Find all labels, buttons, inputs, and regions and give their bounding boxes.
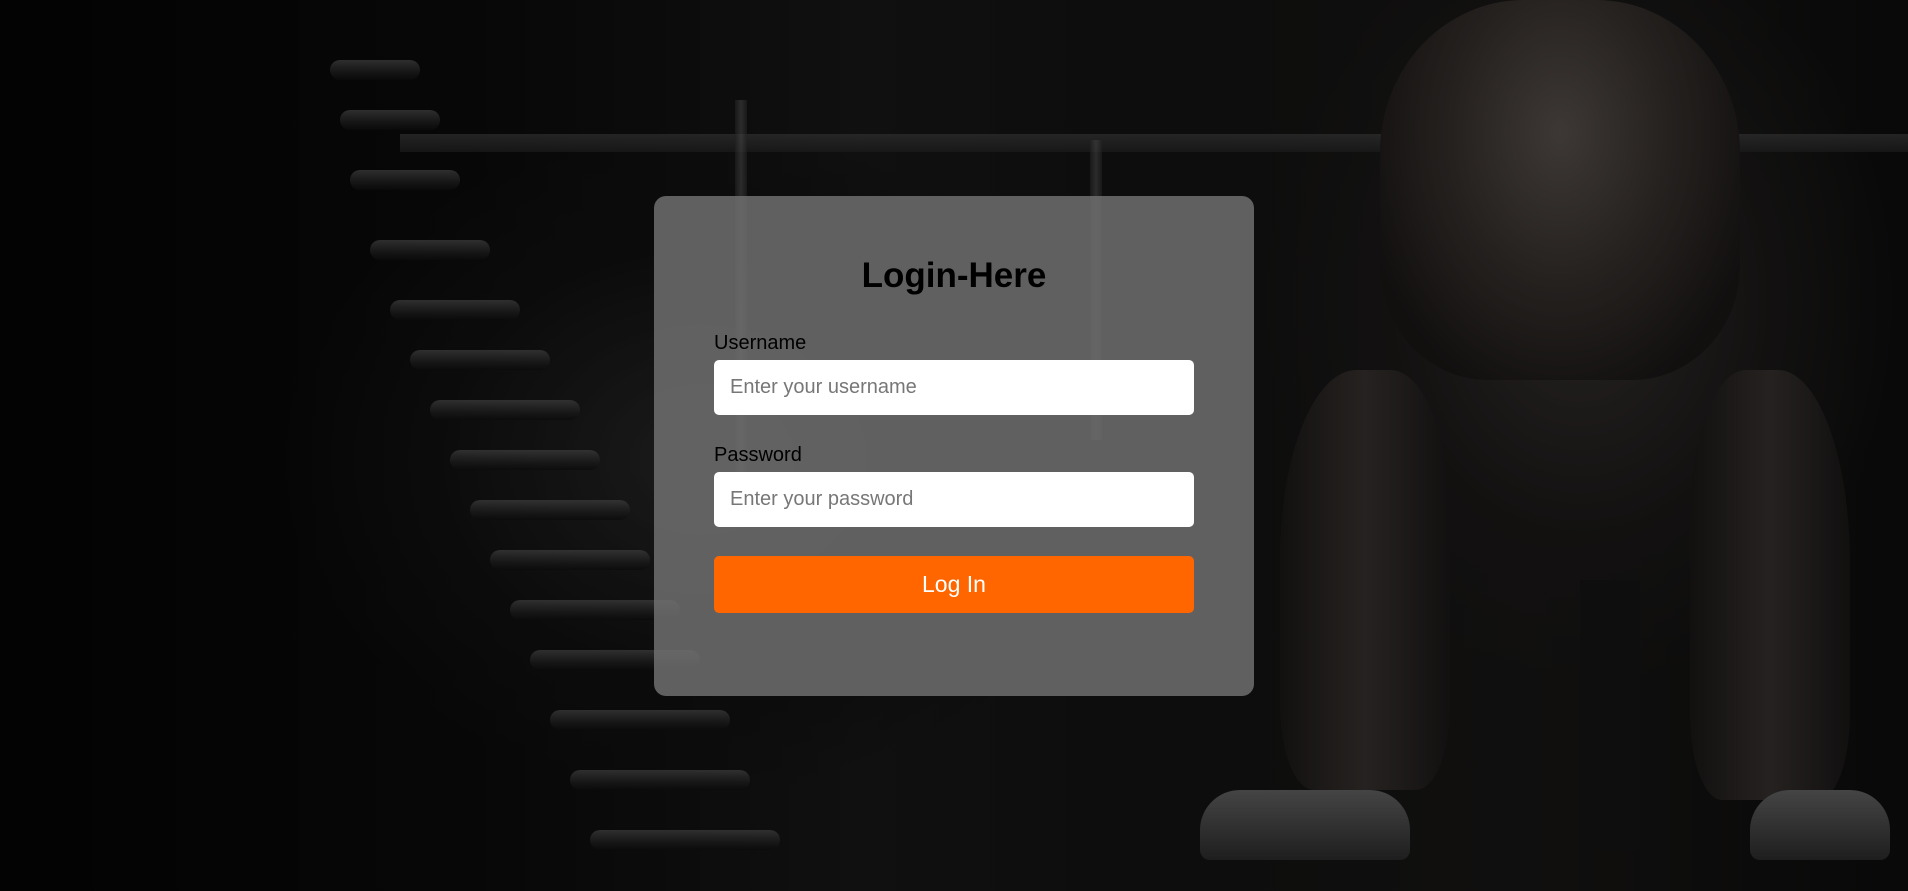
login-title: Login-Here bbox=[861, 256, 1047, 295]
password-label: Password bbox=[714, 444, 802, 466]
password-input[interactable] bbox=[714, 472, 1194, 527]
login-card: Login-Here Username Password Log In bbox=[654, 196, 1254, 696]
username-label: Username bbox=[714, 332, 807, 354]
username-input[interactable] bbox=[714, 360, 1194, 415]
login-button[interactable]: Log In bbox=[714, 556, 1194, 613]
